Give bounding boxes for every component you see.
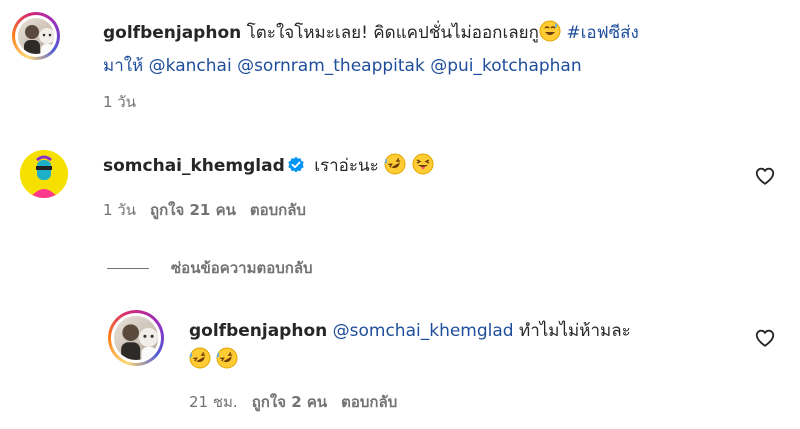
avatar-somchai[interactable]: [20, 150, 68, 198]
comment-text: เราอ่ะนะ: [314, 156, 379, 176]
hide-replies-label: ซ่อนข้อความตอบกลับ: [171, 259, 313, 277]
avatar-golfbenjaphon[interactable]: [108, 310, 164, 366]
hashtag-continuation[interactable]: มาให้: [103, 56, 143, 76]
avatar-golfbenjaphon[interactable]: [12, 12, 60, 60]
replies-divider: [107, 267, 149, 269]
avatar-photo: [18, 18, 54, 54]
heart-icon[interactable]: [754, 165, 776, 187]
verified-badge-icon: [287, 155, 305, 184]
rolling-on-floor-laughing-icon: [189, 347, 211, 379]
mention-link[interactable]: @somchai_khemglad: [333, 321, 514, 341]
mention-link[interactable]: @kanchai: [149, 56, 232, 76]
comment-golfbenjaphon: golfbenjaphon โตะใจโหมะเลย! คิดแคปชั่นไม…: [0, 0, 800, 120]
comment-username[interactable]: somchai_khemglad: [103, 156, 285, 176]
hide-replies-button[interactable]: ซ่อนข้อความตอบกลับ: [107, 256, 313, 280]
comment-username[interactable]: golfbenjaphon: [103, 23, 241, 43]
reply-body: golfbenjaphon @somchai_khemglad ทำไมไม่ห…: [189, 317, 749, 379]
mention-link[interactable]: @sornram_theappitak: [237, 56, 425, 76]
reply-username[interactable]: golfbenjaphon: [189, 321, 327, 341]
reply-text: ทำไมไม่ห้ามละ: [519, 321, 631, 341]
comment-somchai: somchai_khemglad เราอ่ะนะ 1 วัน ถูกใจ 21…: [0, 140, 800, 240]
like-count[interactable]: ถูกใจ 21 คน: [150, 198, 236, 222]
like-count[interactable]: ถูกใจ 2 คน: [252, 390, 327, 414]
avatar-photo: [114, 316, 158, 360]
reply-golfbenjaphon: golfbenjaphon @somchai_khemglad ทำไมไม่ห…: [0, 300, 800, 420]
comment-meta: 1 วัน ถูกใจ 21 คน ตอบกลับ: [103, 198, 306, 222]
comment-timestamp[interactable]: 1 วัน: [103, 90, 136, 114]
comment-meta: 1 วัน: [103, 90, 136, 114]
reply-meta: 21 ชม. ถูกใจ 2 คน ตอบกลับ: [189, 390, 397, 414]
grinning-face-with-sweat-icon: [539, 20, 561, 52]
mention-link[interactable]: @pui_kotchaphan: [430, 56, 581, 76]
rolling-on-floor-laughing-icon: [384, 153, 406, 185]
hashtag-link[interactable]: #เอฟซีส่ง: [566, 23, 639, 43]
rolling-on-floor-laughing-icon: [216, 347, 238, 379]
reply-button[interactable]: ตอบกลับ: [250, 198, 306, 222]
squinting-face-with-tongue-icon: [412, 153, 434, 185]
reply-button[interactable]: ตอบกลับ: [341, 390, 397, 414]
comment-body: golfbenjaphon โตะใจโหมะเลย! คิดแคปชั่นไม…: [103, 19, 783, 81]
avatar-illustration: [20, 150, 68, 198]
comment-timestamp[interactable]: 1 วัน: [103, 198, 136, 222]
comment-text: โตะใจโหมะเลย! คิดแคปชั่นไม่ออกเลยกู: [246, 23, 539, 43]
reply-timestamp[interactable]: 21 ชม.: [189, 390, 238, 414]
comment-body: somchai_khemglad เราอ่ะนะ: [103, 152, 434, 185]
heart-icon[interactable]: [754, 327, 776, 349]
